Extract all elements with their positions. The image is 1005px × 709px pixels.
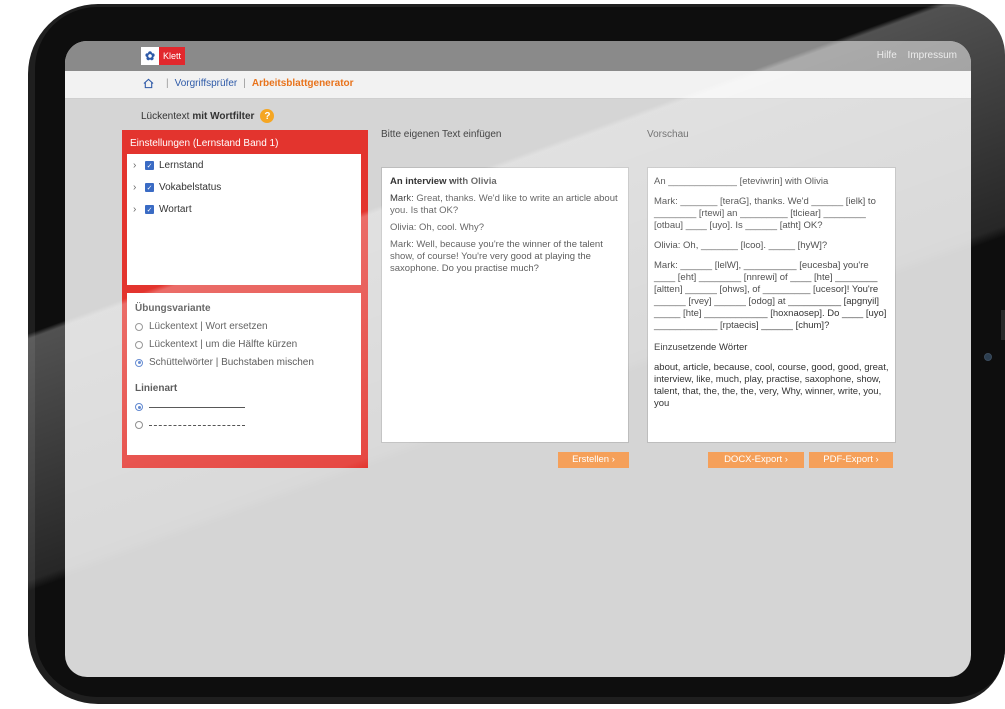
input-paragraph: Mark: Great, thanks. We'd like to write … [390,193,618,216]
breadcrumb-vorgriffspruefer[interactable]: Vorgriffsprüfer [175,78,238,89]
docx-export-button[interactable]: DOCX-Export › [708,452,804,468]
preview-paragraph: An _____________ [eteviwrin] with Olivia [654,176,829,187]
settings-panel: Einstellungen (Lernstand Band 1) › ✓ Ler… [122,130,368,468]
help-link[interactable]: Hilfe [877,50,897,61]
imprint-link[interactable]: Impressum [908,50,957,61]
checkbox-checked-icon[interactable]: ✓ [145,205,154,214]
preview-area: An _____________ [eteviwrin] with Olivia… [647,167,896,443]
top-links: Hilfe Impressum [869,50,957,61]
radio-option-haelfte-kuerzen[interactable]: Lückentext | um die Hälfte kürzen [135,339,297,350]
radio-label: Schüttelwörter | Buchstaben mischen [149,357,314,368]
text-input-area[interactable]: An interview with Olivia Mark: Great, th… [381,167,629,443]
radio-selected-icon[interactable] [135,358,143,367]
home-icon[interactable] [143,78,154,89]
radio-label: Lückentext | Wort ersetzen [149,321,268,332]
camera-icon [984,353,992,361]
radio-line-dashed[interactable] [135,421,245,429]
pdf-export-button[interactable]: PDF-Export › [809,452,893,468]
words-list: about, article, because, cool, course, g… [654,362,889,409]
solid-line-sample [149,406,245,408]
input-title: An interview with Olivia [390,176,497,187]
tree-item-vokabelstatus[interactable]: › ✓ Vokabelstatus [133,182,221,193]
radio-label: Lückentext | um die Hälfte kürzen [149,339,298,350]
help-icon[interactable]: ? [260,109,275,123]
preview-paragraph: Mark: _______ [teraG], thanks. We'd ____… [654,196,876,231]
page-title-bold: mit Wortfilter [192,110,255,122]
preview-paragraph: Mark: ______ [lelW], __________ [eucesba… [654,260,887,331]
input-label: Bitte eigenen Text einfügen [381,129,502,140]
radio-icon[interactable] [135,340,143,349]
tree-item-wortart[interactable]: › ✓ Wortart [133,204,192,215]
breadcrumb-separator: | [243,78,246,89]
settings-title: Einstellungen (Lernstand Band 1) [130,138,279,149]
tree-item-label: Wortart [159,204,192,215]
tree-item-label: Lernstand [159,160,204,171]
klett-logo[interactable]: ✿ Klett [141,47,186,65]
breadcrumb-arbeitsblattgenerator[interactable]: Arbeitsblattgenerator [252,78,354,89]
app-screen: ✿ Klett Hilfe Impressum | Vorgriffsprüfe… [65,41,971,677]
chevron-right-icon[interactable]: › [133,160,145,171]
radio-icon[interactable] [135,421,143,429]
chevron-right-icon[interactable]: › [133,204,145,215]
tree-item-lernstand[interactable]: › ✓ Lernstand [133,160,203,171]
breadcrumb-separator: | [166,78,169,89]
radio-line-solid[interactable] [135,403,245,411]
preview-label: Vorschau [647,129,689,140]
klett-logo-text: Klett [159,47,186,65]
radio-selected-icon[interactable] [135,403,143,411]
exercise-options: Übungsvariante Lückentext | Wort ersetze… [127,293,361,455]
input-paragraph: Olivia: Oh, cool. Why? [390,222,484,233]
input-paragraph: Mark: Well, because you're the winner of… [390,239,603,274]
checkbox-checked-icon[interactable]: ✓ [145,183,154,192]
page-title-prefix: Lückentext [141,110,190,122]
preview-paragraph: Olivia: Oh, _______ [lcoo]. _____ [hyW]? [654,240,828,251]
klett-logo-icon: ✿ [141,47,159,65]
line-heading: Linienart [135,383,178,394]
top-bar: ✿ Klett Hilfe Impressum [65,41,971,71]
dashed-line-sample [149,424,245,426]
words-heading: Einzusetzende Wörter [654,342,748,353]
create-button[interactable]: Erstellen › [558,452,629,468]
radio-option-schuettelwoerter[interactable]: Schüttelwörter | Buchstaben mischen [135,357,314,368]
checkbox-checked-icon[interactable]: ✓ [145,161,154,170]
tree-item-label: Vokabelstatus [159,182,222,193]
radio-icon[interactable] [135,322,143,331]
page-title: Lückentext mit Wortfilter ? [141,109,275,123]
breadcrumb-bar: | Vorgriffsprüfer | Arbeitsblattgenerato… [65,71,971,99]
radio-option-wort-ersetzen[interactable]: Lückentext | Wort ersetzen [135,321,268,332]
exercise-heading: Übungsvariante [135,303,211,314]
chevron-right-icon[interactable]: › [133,182,145,193]
filter-tree: › ✓ Lernstand › ✓ Vokabelstatus › ✓ Wort… [127,154,361,285]
tablet-side-button [1001,310,1005,340]
breadcrumb: | Vorgriffsprüfer | Arbeitsblattgenerato… [143,78,354,89]
